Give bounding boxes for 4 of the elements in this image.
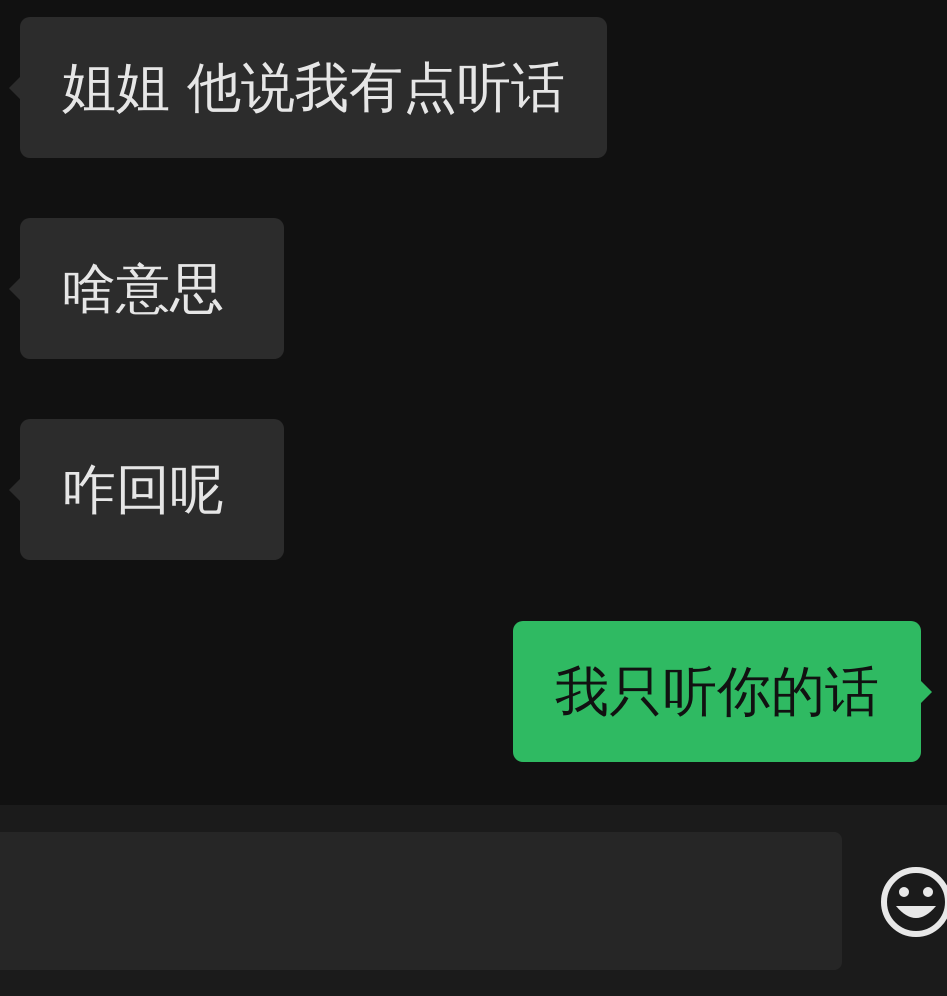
received-message-bubble: 咋回呢: [9, 419, 284, 560]
sent-message-bubble: 我只听你的话: [513, 621, 932, 762]
received-message-bubble: 姐姐 他说我有点听话: [9, 17, 608, 158]
received-message-bubble: 啥意思: [9, 218, 284, 359]
